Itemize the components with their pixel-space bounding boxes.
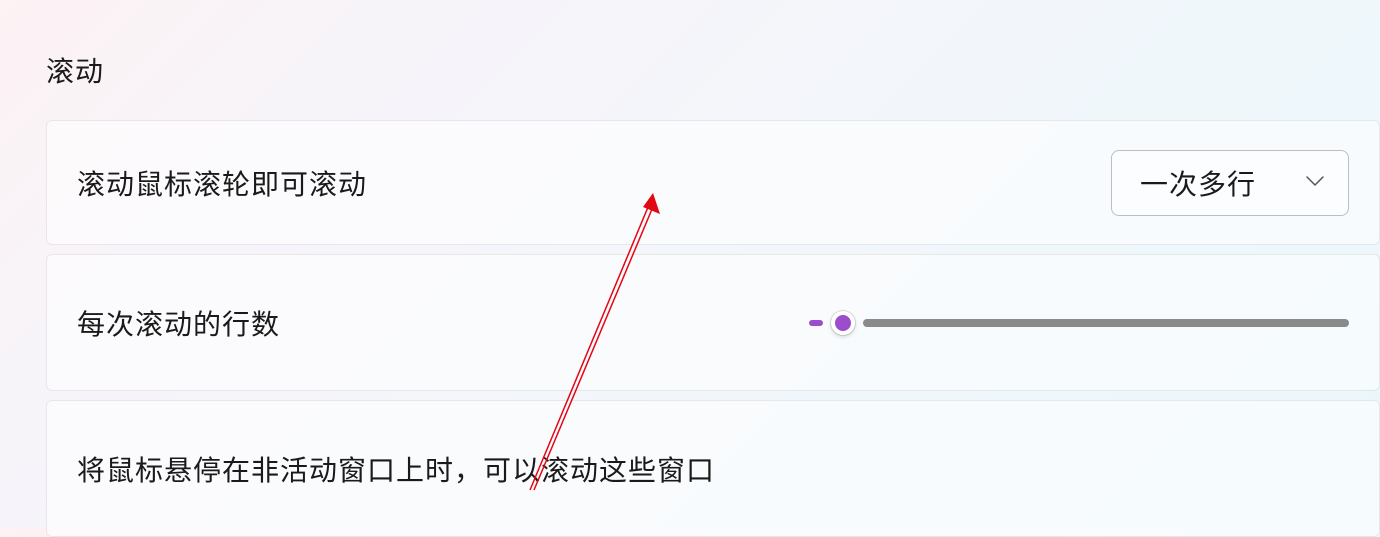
scroll-wheel-dropdown[interactable]: 一次多行 <box>1111 150 1349 216</box>
setting-row-lines-per-scroll: 每次滚动的行数 <box>46 254 1380 391</box>
slider-track <box>863 319 1349 327</box>
chevron-down-icon <box>1306 174 1324 192</box>
scroll-wheel-label: 滚动鼠标滚轮即可滚动 <box>77 163 367 203</box>
hover-inactive-label: 将鼠标悬停在非活动窗口上时，可以滚动这些窗口 <box>77 449 715 489</box>
setting-row-scroll-wheel: 滚动鼠标滚轮即可滚动 一次多行 <box>46 120 1380 245</box>
slider-fill <box>809 320 823 326</box>
slider-thumb[interactable] <box>831 311 855 335</box>
scroll-settings-section: 滚动 滚动鼠标滚轮即可滚动 一次多行 每次滚动的行数 将鼠标悬停在非活动窗口上时… <box>0 0 1380 537</box>
lines-per-scroll-label: 每次滚动的行数 <box>77 303 280 343</box>
dropdown-selected-value: 一次多行 <box>1140 163 1256 203</box>
section-title: 滚动 <box>46 50 1380 90</box>
setting-row-hover-inactive: 将鼠标悬停在非活动窗口上时，可以滚动这些窗口 <box>46 400 1380 537</box>
lines-per-scroll-slider[interactable] <box>809 311 1349 335</box>
